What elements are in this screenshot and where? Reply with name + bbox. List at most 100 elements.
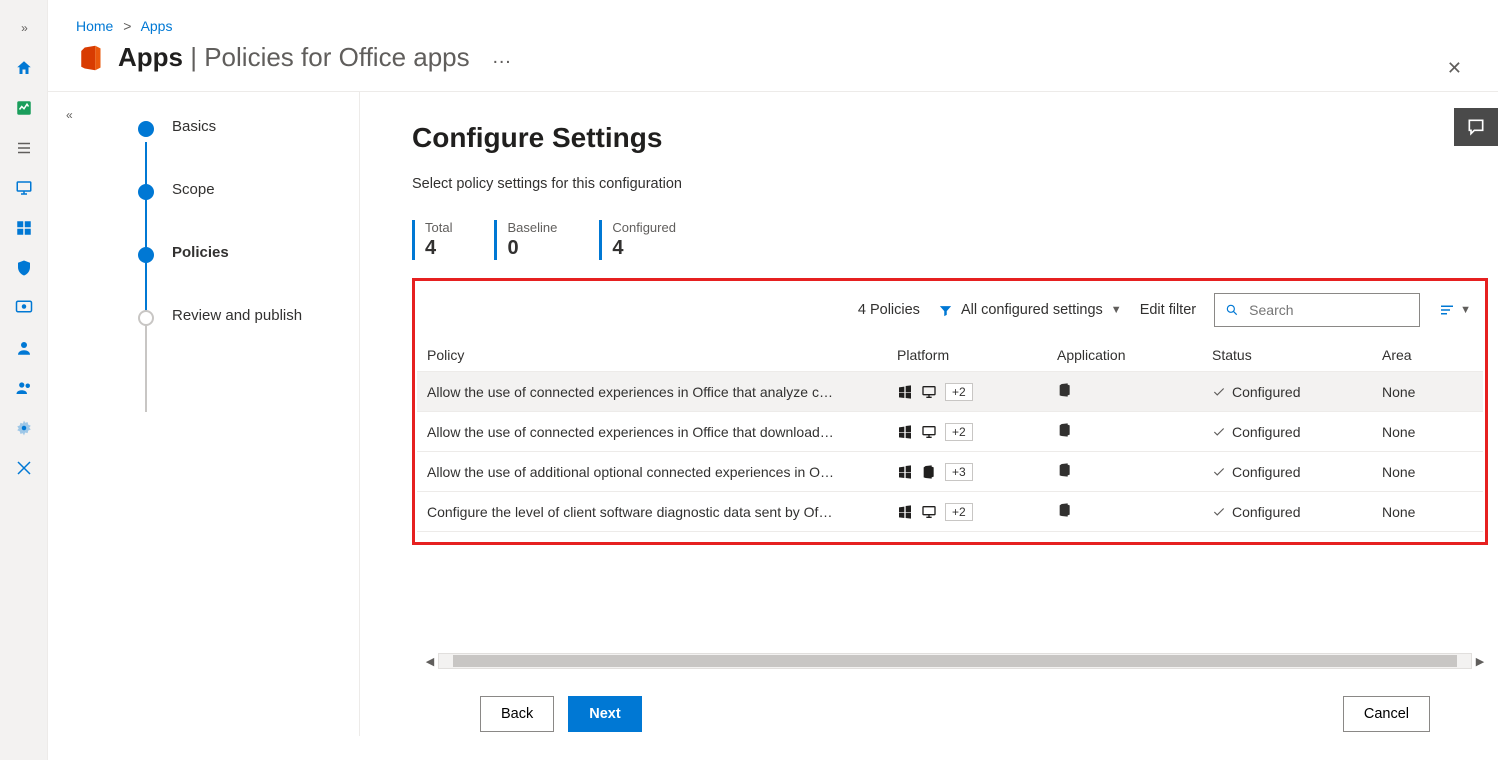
counter-configured: Configured 4: [599, 220, 676, 260]
nav-groups[interactable]: [0, 368, 48, 408]
check-icon: [1212, 505, 1226, 519]
check-icon: [1212, 385, 1226, 399]
breadcrumb-home[interactable]: Home: [76, 18, 113, 34]
breadcrumb: Home > Apps: [48, 0, 1498, 36]
close-button[interactable]: ✕: [1447, 58, 1462, 79]
search-icon: [1225, 302, 1239, 318]
more-platforms-badge[interactable]: +2: [945, 423, 973, 441]
page-title: Apps | Policies for Office apps: [118, 42, 470, 73]
status-cell: Configured: [1212, 504, 1362, 520]
step-dot-icon: [138, 247, 154, 263]
step-dot-icon: [138, 121, 154, 137]
policies-count: 4 Policies: [858, 302, 920, 318]
status-cell: Configured: [1212, 464, 1362, 480]
chevron-down-icon: ▼: [1111, 304, 1122, 316]
nav-endpoint-security[interactable]: [0, 248, 48, 288]
office-app-icon: [1057, 502, 1073, 518]
chevron-down-icon: ▼: [1460, 304, 1471, 316]
table-row[interactable]: Allow the use of connected experiences i…: [417, 372, 1483, 412]
nav-apps[interactable]: [0, 208, 48, 248]
area-cell: None: [1372, 492, 1483, 532]
col-platform[interactable]: Platform: [887, 339, 1047, 372]
feedback-button[interactable]: [1454, 108, 1498, 146]
table-row[interactable]: Allow the use of connected experiences i…: [417, 412, 1483, 452]
edit-filter-link[interactable]: Edit filter: [1140, 302, 1196, 318]
step-policies[interactable]: Policies: [138, 244, 339, 263]
breadcrumb-apps[interactable]: Apps: [141, 18, 173, 34]
step-basics[interactable]: Basics: [138, 118, 339, 137]
horizontal-scrollbar[interactable]: ◀ ▶: [422, 652, 1488, 670]
platform-icons: +2: [897, 503, 1037, 521]
office-app-icon: [1057, 462, 1073, 478]
more-platforms-badge[interactable]: +2: [945, 503, 973, 521]
monitor-icon: [921, 424, 937, 440]
step-review[interactable]: Review and publish: [138, 307, 339, 326]
scroll-left-icon[interactable]: ◀: [422, 655, 438, 668]
nav-home[interactable]: [0, 48, 48, 88]
policy-name: Allow the use of connected experiences i…: [427, 384, 867, 400]
highlighted-region: 4 Policies All configured settings ▼ Edi…: [412, 278, 1488, 545]
policies-table: Policy Platform Application Status Area …: [417, 339, 1483, 532]
policy-name: Allow the use of connected experiences i…: [427, 424, 867, 440]
next-button[interactable]: Next: [568, 696, 641, 732]
filter-dropdown[interactable]: All configured settings ▼: [938, 302, 1122, 318]
more-menu[interactable]: …: [492, 46, 512, 69]
wizard-footer: Back Next Cancel: [422, 696, 1488, 732]
nav-expand[interactable]: »: [0, 8, 48, 48]
filter-icon: [938, 303, 953, 318]
policy-name: Allow the use of additional optional con…: [427, 464, 867, 480]
windows-icon: [897, 504, 913, 520]
windows-icon: [897, 384, 913, 400]
table-toolbar: 4 Policies All configured settings ▼ Edi…: [417, 283, 1483, 339]
office-app-icon: [1057, 422, 1073, 438]
cancel-button[interactable]: Cancel: [1343, 696, 1430, 732]
search-input-wrapper[interactable]: [1214, 293, 1420, 327]
table-row[interactable]: Configure the level of client software d…: [417, 492, 1483, 532]
more-platforms-badge[interactable]: +3: [945, 463, 973, 481]
platform-icons: +3: [897, 463, 1037, 481]
status-cell: Configured: [1212, 384, 1362, 400]
step-scope[interactable]: Scope: [138, 181, 339, 200]
step-dot-icon: [138, 184, 154, 200]
area-cell: None: [1372, 412, 1483, 452]
content-heading: Configure Settings: [412, 122, 1488, 154]
check-icon: [1212, 465, 1226, 479]
counter-total: Total 4: [412, 220, 452, 260]
search-input[interactable]: [1247, 301, 1409, 319]
office-logo-icon: [76, 44, 104, 72]
nav-all-services[interactable]: [0, 128, 48, 168]
page-header: Apps | Policies for Office apps …: [48, 36, 1498, 91]
nav-reports[interactable]: [0, 288, 48, 328]
col-status[interactable]: Status: [1202, 339, 1372, 372]
area-cell: None: [1372, 372, 1483, 412]
scroll-right-icon[interactable]: ▶: [1472, 655, 1488, 668]
windows-icon: [897, 464, 913, 480]
nav-devices[interactable]: [0, 168, 48, 208]
check-icon: [1212, 425, 1226, 439]
mini-nav: »: [0, 0, 48, 760]
monitor-icon: [921, 384, 937, 400]
back-button[interactable]: Back: [480, 696, 554, 732]
col-policy[interactable]: Policy: [417, 339, 887, 372]
status-cell: Configured: [1212, 424, 1362, 440]
content-subtext: Select policy settings for this configur…: [412, 176, 1488, 192]
col-application[interactable]: Application: [1047, 339, 1202, 372]
office-app-icon: [1057, 382, 1073, 398]
nav-tenant-admin[interactable]: [0, 408, 48, 448]
policy-name: Configure the level of client software d…: [427, 504, 867, 520]
step-dot-icon: [138, 310, 154, 326]
platform-icons: +2: [897, 423, 1037, 441]
nav-users[interactable]: [0, 328, 48, 368]
counters: Total 4 Baseline 0 Configured 4: [412, 220, 1488, 260]
nav-troubleshoot[interactable]: [0, 448, 48, 488]
office-icon: [921, 464, 937, 480]
stepper: « Basics Scope Policies Review and publi…: [48, 92, 360, 736]
more-platforms-badge[interactable]: +2: [945, 383, 973, 401]
table-row[interactable]: Allow the use of additional optional con…: [417, 452, 1483, 492]
collapse-stepper[interactable]: «: [66, 108, 71, 122]
counter-baseline: Baseline 0: [494, 220, 557, 260]
col-area[interactable]: Area: [1372, 339, 1483, 372]
area-cell: None: [1372, 452, 1483, 492]
view-options[interactable]: ▼: [1438, 301, 1471, 319]
nav-dashboard[interactable]: [0, 88, 48, 128]
